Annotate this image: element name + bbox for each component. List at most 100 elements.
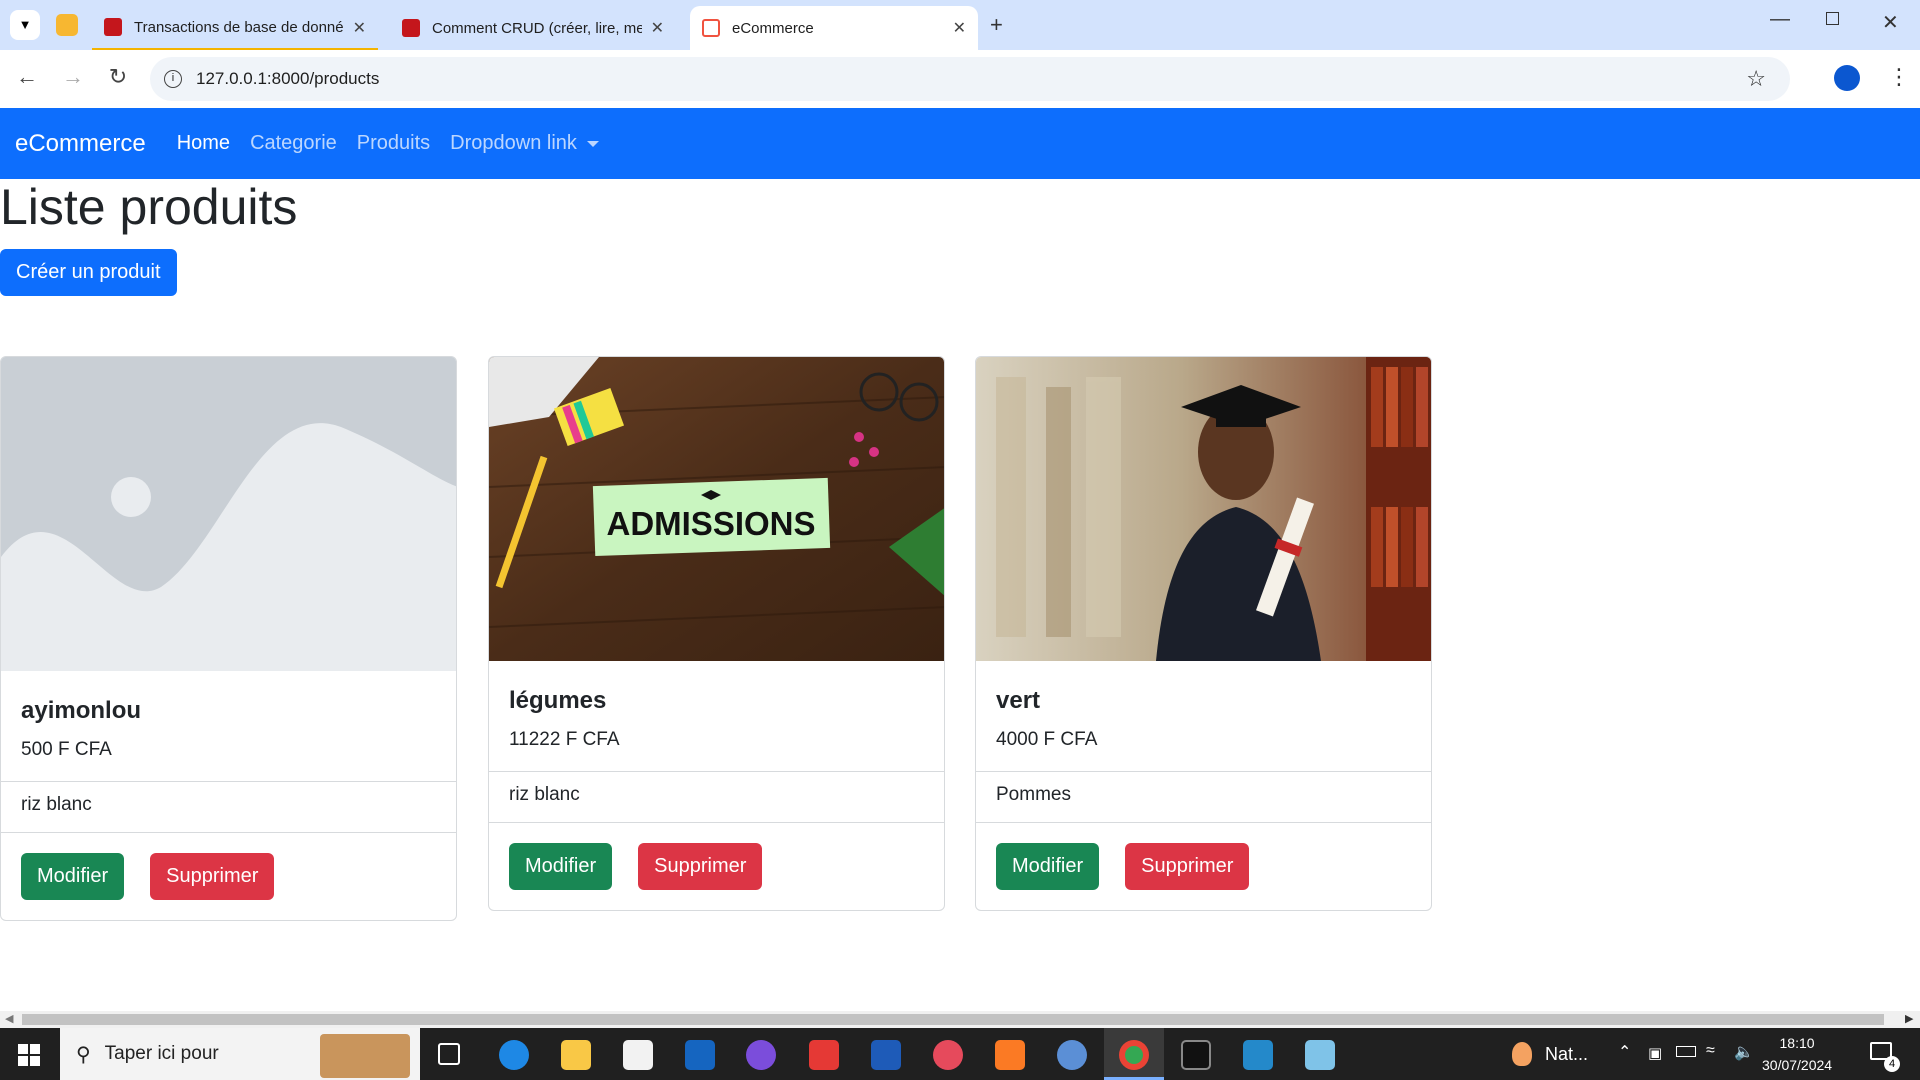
admissions-text: ADMISSIONS	[606, 505, 815, 542]
close-window-icon[interactable]: ✕	[1882, 10, 1899, 35]
site-navbar: eCommerce Home Categorie Produits Dropdo…	[0, 108, 1920, 179]
xampp-icon[interactable]	[995, 1040, 1025, 1070]
back-icon[interactable]: ←	[12, 64, 42, 90]
navbar-brand[interactable]: eCommerce	[15, 130, 146, 158]
tab-search-button[interactable]: ▼	[10, 10, 40, 40]
clock-time: 18:10	[1779, 1035, 1815, 1051]
laravel-favicon-icon	[702, 19, 720, 37]
tab-title: Comment CRUD (créer, lire, me	[432, 19, 642, 37]
forward-icon[interactable]: →	[58, 64, 88, 90]
nav-link-categorie[interactable]: Categorie	[250, 132, 337, 155]
nav-link-produits[interactable]: Produits	[357, 132, 430, 155]
wifi-icon[interactable]: ≈	[1706, 1042, 1715, 1060]
microsoft-store-icon[interactable]	[623, 1040, 653, 1070]
product-name: ayimonlou	[21, 697, 142, 724]
scroll-right-icon[interactable]: ▶	[1905, 1012, 1913, 1025]
close-tab-icon[interactable]: ✕	[953, 18, 966, 38]
browser-toolbar: ← → ↻ i 127.0.0.1:8000/products ☆ ⋮	[0, 50, 1920, 108]
url-text: 127.0.0.1:8000/products	[196, 69, 380, 88]
product-price: 11222 F CFA	[509, 729, 620, 750]
address-bar[interactable]: i 127.0.0.1:8000/products ☆	[150, 57, 1790, 101]
product-name: légumes	[509, 687, 607, 714]
battery-icon[interactable]	[1676, 1046, 1696, 1057]
minimize-icon[interactable]: —	[1770, 8, 1790, 31]
weather-icon[interactable]	[1512, 1042, 1532, 1066]
product-price: 4000 F CFA	[996, 729, 1098, 750]
scroll-left-icon[interactable]: ◀	[5, 1012, 13, 1025]
bing-icon[interactable]	[746, 1040, 776, 1070]
edge-icon[interactable]	[499, 1040, 529, 1070]
clock-date: 30/07/2024	[1762, 1057, 1833, 1073]
close-tab-icon[interactable]: ✕	[353, 18, 366, 38]
graduate-photo-icon	[976, 357, 1431, 661]
delete-button[interactable]: Supprimer	[1125, 843, 1250, 890]
reload-icon[interactable]: ↻	[103, 64, 133, 90]
terminal-icon[interactable]	[1181, 1040, 1211, 1070]
search-placeholder: Taper ici pour	[104, 1043, 219, 1064]
tab-transactions[interactable]: Transactions de base de donné ✕	[92, 6, 378, 50]
close-tab-icon[interactable]: ✕	[651, 18, 664, 38]
scrollbar-thumb[interactable]	[22, 1014, 1884, 1025]
product-description: Pommes	[976, 772, 1431, 823]
product-card: vert 4000 F CFA Pommes Modifier Supprime…	[975, 356, 1432, 911]
product-description: riz blanc	[1, 782, 456, 833]
product-price: 500 F CFA	[21, 739, 112, 760]
notification-badge: 4	[1884, 1056, 1900, 1072]
caret-down-icon	[586, 140, 599, 147]
windows-taskbar: ⚲ Taper ici pour Nat... ⌃ ▣ ≈ 🔈 18:10 30…	[0, 1028, 1920, 1080]
word-icon[interactable]	[871, 1040, 901, 1070]
task-view-icon[interactable]	[438, 1043, 460, 1065]
image-placeholder-icon	[1, 357, 456, 671]
product-image-placeholder	[1, 357, 456, 671]
tab-crud[interactable]: Comment CRUD (créer, lire, me ✕	[390, 6, 676, 50]
taskbar-search[interactable]: ⚲ Taper ici pour	[60, 1028, 420, 1080]
wps-office-icon[interactable]	[809, 1040, 839, 1070]
qbittorrent-icon[interactable]	[1057, 1040, 1087, 1070]
browser-menu-icon[interactable]: ⋮	[1888, 64, 1910, 90]
tab-title: eCommerce	[732, 19, 814, 37]
search-highlight-icon	[320, 1034, 410, 1078]
profile-avatar-icon[interactable]	[1834, 65, 1860, 91]
file-explorer-icon[interactable]	[561, 1040, 591, 1070]
tray-chevron-icon[interactable]: ⌃	[1618, 1042, 1631, 1062]
mail-icon[interactable]	[685, 1040, 715, 1070]
windows-start-icon[interactable]	[18, 1044, 40, 1066]
tab-title: Transactions de base de donné	[134, 18, 344, 36]
new-tab-icon[interactable]: +	[990, 12, 1003, 38]
dropdown-label: Dropdown link	[450, 132, 577, 154]
site-info-icon[interactable]: i	[164, 70, 182, 88]
clock[interactable]: 18:10 30/07/2024	[1762, 1032, 1832, 1076]
product-image-graduate	[976, 357, 1431, 661]
bookmark-star-icon[interactable]: ☆	[1746, 66, 1766, 92]
search-icon: ⚲	[76, 1043, 91, 1066]
admissions-photo-icon: ADMISSIONS	[489, 357, 944, 661]
site-favicon-icon	[402, 19, 420, 37]
app-icon[interactable]	[933, 1040, 963, 1070]
notepad-icon[interactable]	[1305, 1040, 1335, 1070]
product-card: ADMISSIONS légumes 11222 F CFA riz blanc…	[488, 356, 945, 911]
browser-tab-strip: ▼ Transactions de base de donné ✕ Commen…	[0, 0, 1920, 50]
site-favicon-icon	[104, 18, 122, 36]
product-description: riz blanc	[489, 772, 944, 823]
chrome-icon[interactable]	[1119, 1040, 1149, 1070]
vscode-icon[interactable]	[1243, 1040, 1273, 1070]
tab-ecommerce[interactable]: eCommerce ✕	[690, 6, 978, 50]
volume-icon[interactable]: 🔈	[1734, 1042, 1754, 1062]
delete-button[interactable]: Supprimer	[150, 853, 275, 900]
meet-now-icon[interactable]: ▣	[1648, 1044, 1662, 1062]
create-product-button[interactable]: Créer un produit	[0, 249, 177, 296]
edit-button[interactable]: Modifier	[996, 843, 1100, 890]
sync-icon[interactable]	[56, 14, 78, 36]
restore-icon[interactable]	[1826, 12, 1839, 25]
delete-button[interactable]: Supprimer	[638, 843, 763, 890]
edit-button[interactable]: Modifier	[509, 843, 613, 890]
product-image-admissions: ADMISSIONS	[489, 357, 944, 661]
edit-button[interactable]: Modifier	[21, 853, 125, 900]
horizontal-scrollbar[interactable]: ◀ ▶	[0, 1011, 1920, 1028]
page-title: Liste produits	[0, 179, 298, 235]
product-name: vert	[996, 687, 1041, 714]
nav-dropdown-link[interactable]: Dropdown link	[450, 132, 599, 155]
weather-text[interactable]: Nat...	[1545, 1044, 1588, 1065]
product-card: ayimonlou 500 F CFA riz blanc Modifier S…	[0, 356, 457, 921]
nav-link-home[interactable]: Home	[177, 132, 230, 155]
